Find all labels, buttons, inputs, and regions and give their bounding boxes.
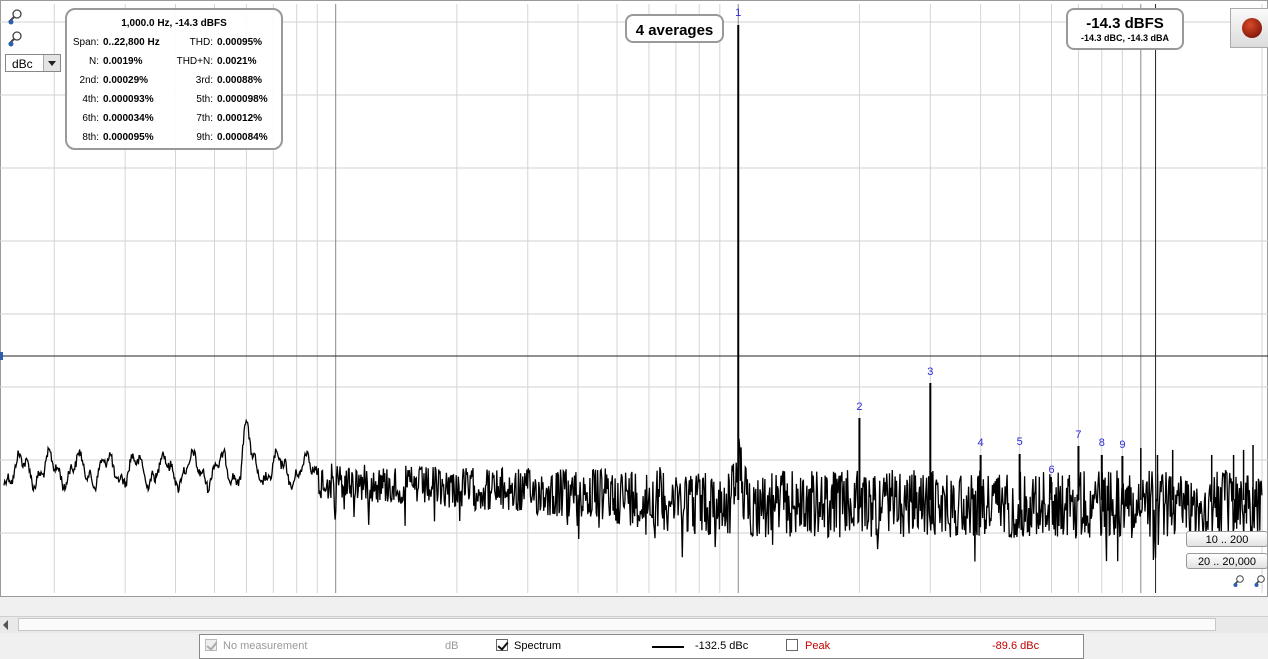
info-value: 0.00012%	[217, 113, 263, 124]
spectrum-label: Spectrum	[514, 640, 562, 652]
info-value: 0.000093%	[103, 94, 154, 105]
info-row: 2nd: 0.00029% 3rd: 0.00088%	[67, 75, 281, 89]
harmonic-label-1: 1	[735, 7, 741, 19]
info-row: 8th: 0.000095% 9th: 0.000084%	[67, 132, 281, 146]
record-icon	[1242, 18, 1262, 38]
info-label: 5th:	[196, 94, 213, 105]
info-value: 0.0019%	[103, 56, 143, 67]
harmonic-label-8: 8	[1099, 437, 1105, 449]
info-row: N: 0.0019% THD+N: 0.0021%	[67, 56, 281, 70]
info-label: 2nd:	[79, 75, 99, 86]
averages-badge: 4 averages	[625, 14, 724, 43]
no-measurement-unit: dB	[445, 640, 459, 652]
info-value: 0.000084%	[217, 132, 268, 143]
info-label: 6th:	[82, 113, 99, 124]
harmonic-label-6: 6	[1048, 464, 1054, 476]
cursor-marker	[0, 352, 3, 360]
zoom-out-x-icon[interactable]	[1253, 574, 1268, 592]
horizontal-scrollbar[interactable]	[0, 616, 1268, 633]
info-value: 0.00095%	[217, 37, 263, 48]
no-measurement-checkbox[interactable]	[205, 639, 217, 651]
info-value: 0.000095%	[103, 132, 154, 143]
legend-bar: No measurement dB Spectrum -132.5 dBc Pe…	[199, 634, 1084, 659]
weighting-value: dBc	[12, 57, 33, 71]
info-value: 0.00088%	[217, 75, 263, 86]
spectrum-value: -132.5 dBc	[695, 640, 749, 652]
distortion-info-panel: 1,000.0 Hz, -14.3 dBFS Span: 0..22,800 Hz…	[65, 8, 283, 150]
peak-label: Peak	[805, 640, 831, 652]
info-header: 1,000.0 Hz, -14.3 dBFS	[121, 18, 227, 29]
info-label: N:	[89, 56, 99, 67]
peak-value: -89.6 dBc	[992, 640, 1040, 652]
info-label: THD:	[189, 37, 213, 48]
spectrum-checkbox[interactable]	[496, 639, 508, 651]
info-label: 3rd:	[195, 75, 213, 86]
info-label: 7th:	[196, 113, 213, 124]
weighting-select[interactable]: dBc	[5, 54, 61, 72]
range-button-20-20000[interactable]: 20 .. 20,000	[1186, 553, 1268, 569]
harmonic-label-5: 5	[1017, 436, 1023, 448]
zoom-in-icon[interactable]	[6, 8, 26, 26]
level-sub: -14.3 dBC, -14.3 dBA	[1080, 33, 1170, 43]
record-button[interactable]	[1230, 8, 1268, 48]
zoom-in-x-icon[interactable]	[1232, 574, 1252, 592]
info-label: THD+N:	[176, 56, 213, 67]
info-value: 0.00029%	[103, 75, 149, 86]
info-label: 8th:	[82, 132, 99, 143]
info-value: 0.0021%	[217, 56, 257, 67]
harmonic-label-7: 7	[1075, 429, 1081, 441]
harmonic-label-2: 2	[856, 401, 862, 413]
info-label: Span:	[72, 37, 99, 48]
info-value: 0..22,800 Hz	[103, 37, 160, 48]
zoom-out-icon[interactable]	[6, 30, 26, 48]
scrollbar-thumb[interactable]	[18, 618, 1216, 631]
peak-checkbox[interactable]	[786, 639, 798, 651]
harmonic-label-3: 3	[927, 366, 933, 378]
info-label: 4th:	[82, 94, 99, 105]
level-readout: -14.3 dBFS -14.3 dBC, -14.3 dBA	[1066, 8, 1184, 50]
scroll-left-icon[interactable]	[3, 620, 8, 630]
spectrum-line-swatch	[652, 646, 684, 648]
info-value: 0.000098%	[217, 94, 268, 105]
info-value: 0.000034%	[103, 113, 154, 124]
range-button-10-200[interactable]: 10 .. 200	[1186, 531, 1268, 547]
harmonic-label-9: 9	[1119, 439, 1125, 451]
info-row: 4th: 0.000093% 5th: 0.000098%	[67, 94, 281, 108]
chevron-down-icon[interactable]	[43, 55, 60, 71]
info-label: 9th:	[196, 132, 213, 143]
no-measurement-label: No measurement	[223, 640, 308, 652]
harmonic-label-4: 4	[978, 437, 984, 449]
info-row: Span: 0..22,800 Hz THD: 0.00095%	[67, 37, 281, 51]
info-row: 6th: 0.000034% 7th: 0.00012%	[67, 113, 281, 127]
level-main: -14.3 dBFS	[1086, 15, 1164, 32]
